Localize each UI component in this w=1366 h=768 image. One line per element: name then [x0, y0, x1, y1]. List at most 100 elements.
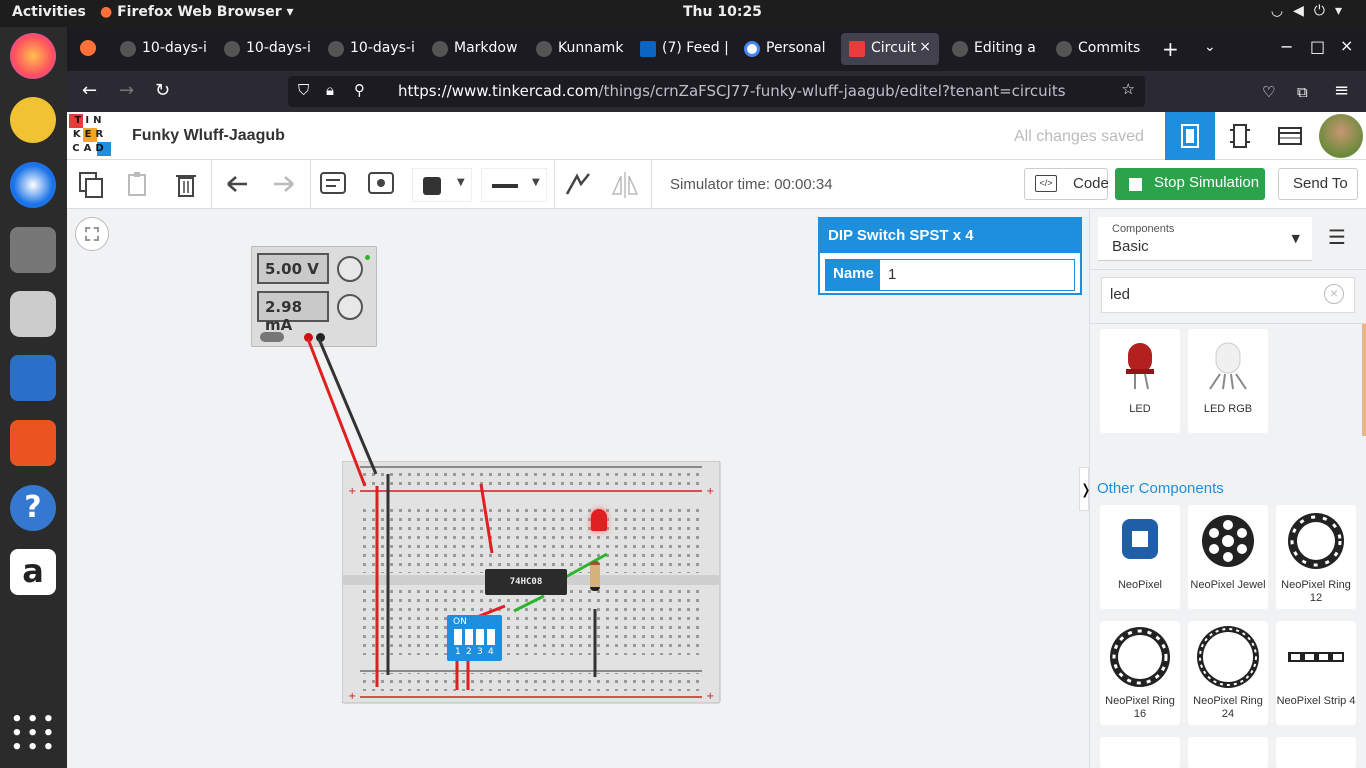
clock[interactable]: Thu 10:25	[683, 4, 762, 20]
components-dropdown[interactable]: Components Basic ▼	[1098, 217, 1312, 261]
dip-number-3: 3	[477, 647, 483, 657]
lock-icon[interactable]: 🔒︎	[326, 81, 334, 99]
tab-markdown[interactable]: Markdow	[424, 33, 524, 65]
tab-circuit[interactable]: Circuit ×	[841, 33, 939, 65]
dip-switch[interactable]: ON 1 2 3 4	[447, 615, 502, 661]
code-button[interactable]: </> Code	[1024, 168, 1109, 200]
dip-toggle-2[interactable]	[465, 629, 473, 645]
red-led[interactable]	[591, 509, 607, 531]
show-apps-icon[interactable]: ∙∙∙ ∙∙∙ ∙∙∙	[10, 708, 56, 758]
color-picker[interactable]: ▼	[412, 168, 472, 202]
rotate-icon[interactable]	[561, 168, 595, 202]
component-card-partial[interactable]	[1276, 737, 1356, 768]
component-list-button[interactable]	[1265, 112, 1315, 160]
volume-icon[interactable]: ◀	[1293, 3, 1314, 19]
component-card-neopixel-ring-12[interactable]: NeoPixel Ring 12	[1276, 505, 1356, 609]
fit-view-button[interactable]	[75, 217, 109, 251]
forward-icon[interactable]: →	[119, 80, 134, 101]
component-card-led[interactable]: LED	[1100, 329, 1180, 433]
tab-10days-1[interactable]: 10-days-i	[112, 33, 212, 65]
collapse-panel-button[interactable]: ❭	[1079, 467, 1089, 511]
teapot-dock-icon[interactable]	[10, 97, 56, 143]
component-card-partial[interactable]	[1100, 737, 1180, 768]
thunderbird-dock-icon[interactable]	[10, 162, 56, 208]
url-bar[interactable]: ⛉ 🔒︎ ⚲ https://www.tinkercad.com/things/…	[288, 76, 1145, 107]
shield-icon[interactable]: ⛉	[298, 81, 309, 99]
list-tabs-icon[interactable]: ⌄	[1204, 39, 1216, 55]
tab-commits[interactable]: Commits	[1048, 33, 1148, 65]
app-menu[interactable]: ● Firefox Web Browser ▾	[100, 4, 294, 20]
firefox-dock-icon[interactable]	[10, 33, 56, 79]
dip-toggle-3[interactable]	[476, 629, 484, 645]
redo-icon[interactable]	[267, 168, 301, 202]
bookmark-star-icon[interactable]: ☆	[1122, 80, 1135, 98]
power-switch[interactable]	[260, 332, 284, 342]
resistor[interactable]	[590, 561, 600, 591]
tab-kunnamk[interactable]: Kunnamk	[528, 33, 628, 65]
close-tab-icon[interactable]: ×	[919, 39, 931, 55]
tab-editing[interactable]: Editing a	[944, 33, 1044, 65]
permissions-icon[interactable]: ⚲	[354, 81, 365, 99]
chip-74hc08[interactable]: 74HC08	[485, 569, 567, 595]
rhythmbox-dock-icon[interactable]	[10, 291, 56, 337]
dip-toggle-1[interactable]	[454, 629, 462, 645]
workplane-canvas[interactable]: 5.00 V 2.98 mA + + + + 74HC08 ON 1 2 3 4…	[67, 209, 1089, 768]
copy-icon[interactable]	[75, 168, 109, 202]
component-card-neopixel-jewel[interactable]: NeoPixel Jewel	[1188, 505, 1268, 609]
panel-scrollbar[interactable]	[1362, 324, 1366, 436]
files-dock-icon[interactable]	[10, 227, 56, 273]
tab-10days-2[interactable]: 10-days-i	[216, 33, 316, 65]
maximize-icon[interactable]: □	[1310, 37, 1325, 56]
circuit-view-button[interactable]	[1165, 112, 1215, 160]
component-card-led-rgb[interactable]: LED RGB	[1188, 329, 1268, 433]
help-dock-icon[interactable]: ?	[10, 485, 56, 531]
user-avatar[interactable]	[1319, 114, 1363, 158]
paste-icon[interactable]	[121, 168, 155, 202]
writer-dock-icon[interactable]	[10, 355, 56, 401]
design-title[interactable]: Funky Wluff-Jaagub	[132, 127, 285, 145]
clear-search-icon[interactable]: ×	[1324, 284, 1344, 304]
reload-icon[interactable]: ↻	[155, 80, 170, 101]
extensions-icon[interactable]: ⧉	[1297, 83, 1308, 101]
voltage-knob[interactable]	[337, 256, 363, 282]
power-icon[interactable]: ⏻	[1314, 3, 1335, 19]
notes-visibility-icon[interactable]	[364, 168, 398, 202]
pocket-icon[interactable]: ♡	[1262, 83, 1275, 101]
menu-icon[interactable]: ≡	[1334, 80, 1349, 101]
tab-10days-3[interactable]: 10-days-i	[320, 33, 420, 65]
minimize-icon[interactable]: −	[1280, 37, 1293, 56]
stop-simulation-button[interactable]: Stop Simulation	[1115, 168, 1265, 200]
list-view-toggle[interactable]: ☰	[1328, 225, 1358, 253]
send-to-button[interactable]: Send To	[1278, 168, 1358, 200]
component-card-partial[interactable]	[1188, 737, 1268, 768]
wire-type-picker[interactable]: ▼	[481, 168, 547, 202]
delete-icon[interactable]	[170, 168, 204, 202]
negative-terminal[interactable]	[316, 333, 325, 342]
firefox-view-icon[interactable]	[80, 40, 96, 56]
undo-icon[interactable]	[220, 168, 254, 202]
new-tab-icon[interactable]: +	[1162, 37, 1179, 61]
software-dock-icon[interactable]	[10, 420, 56, 466]
amazon-dock-icon[interactable]: a	[10, 549, 56, 595]
card-label: NeoPixel Jewel	[1190, 579, 1266, 591]
schematic-view-button[interactable]	[1215, 112, 1265, 160]
component-card-neopixel-ring-16[interactable]: NeoPixel Ring 16	[1100, 621, 1180, 725]
system-tray[interactable]: ◡◀⏻▾	[1271, 3, 1352, 19]
tab-personal[interactable]: Personal	[736, 33, 836, 65]
notes-icon[interactable]	[316, 168, 350, 202]
component-card-neopixel-strip-4[interactable]: NeoPixel Strip 4	[1276, 621, 1356, 725]
component-card-neopixel-ring-24[interactable]: NeoPixel Ring 24	[1188, 621, 1268, 725]
back-icon[interactable]: ←	[82, 80, 97, 101]
positive-terminal[interactable]	[304, 333, 313, 342]
flip-icon[interactable]	[609, 168, 643, 202]
activities-button[interactable]: Activities	[12, 4, 86, 20]
close-window-icon[interactable]: ×	[1340, 36, 1353, 55]
wifi-icon[interactable]: ◡	[1271, 3, 1293, 19]
current-knob[interactable]	[337, 294, 363, 320]
tab-linkedin[interactable]: (7) Feed |	[632, 33, 732, 65]
name-field[interactable]: 1	[879, 259, 1075, 291]
power-supply[interactable]: 5.00 V 2.98 mA	[251, 246, 377, 347]
component-search-input[interactable]: led ×	[1101, 277, 1355, 313]
component-card-neopixel[interactable]: NeoPixel	[1100, 505, 1180, 609]
dip-toggle-4[interactable]	[487, 629, 495, 645]
